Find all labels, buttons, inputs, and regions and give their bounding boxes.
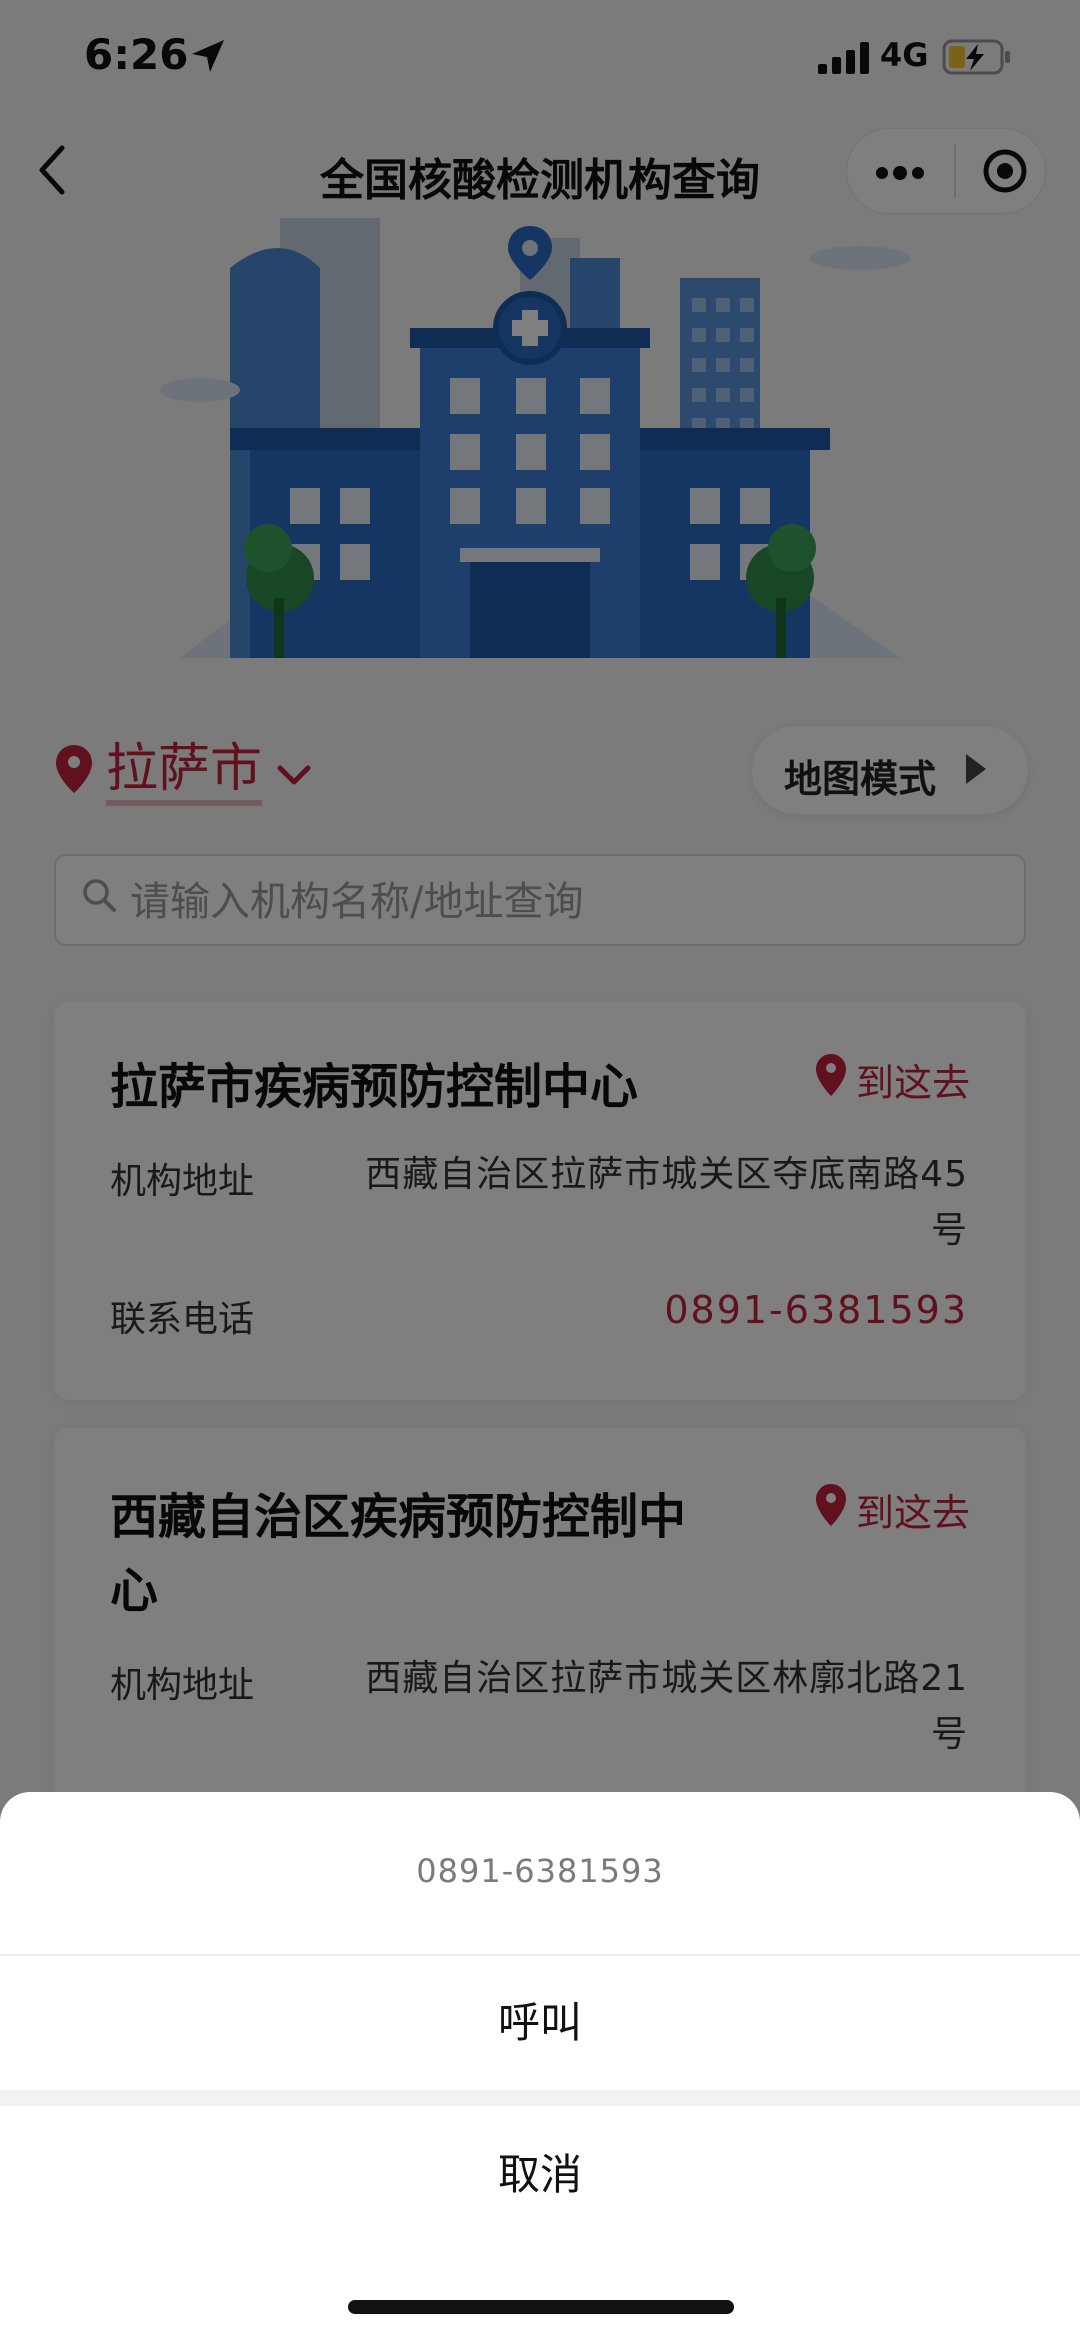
separator-gap [0, 2090, 1080, 2106]
action-sheet-title: 0891-6381593 [416, 1852, 664, 1890]
cancel-button[interactable]: 取消 [0, 2108, 1080, 2242]
divider [0, 1954, 1080, 1956]
home-indicator[interactable] [348, 2300, 734, 2314]
call-button[interactable]: 呼叫 [0, 1958, 1080, 2088]
